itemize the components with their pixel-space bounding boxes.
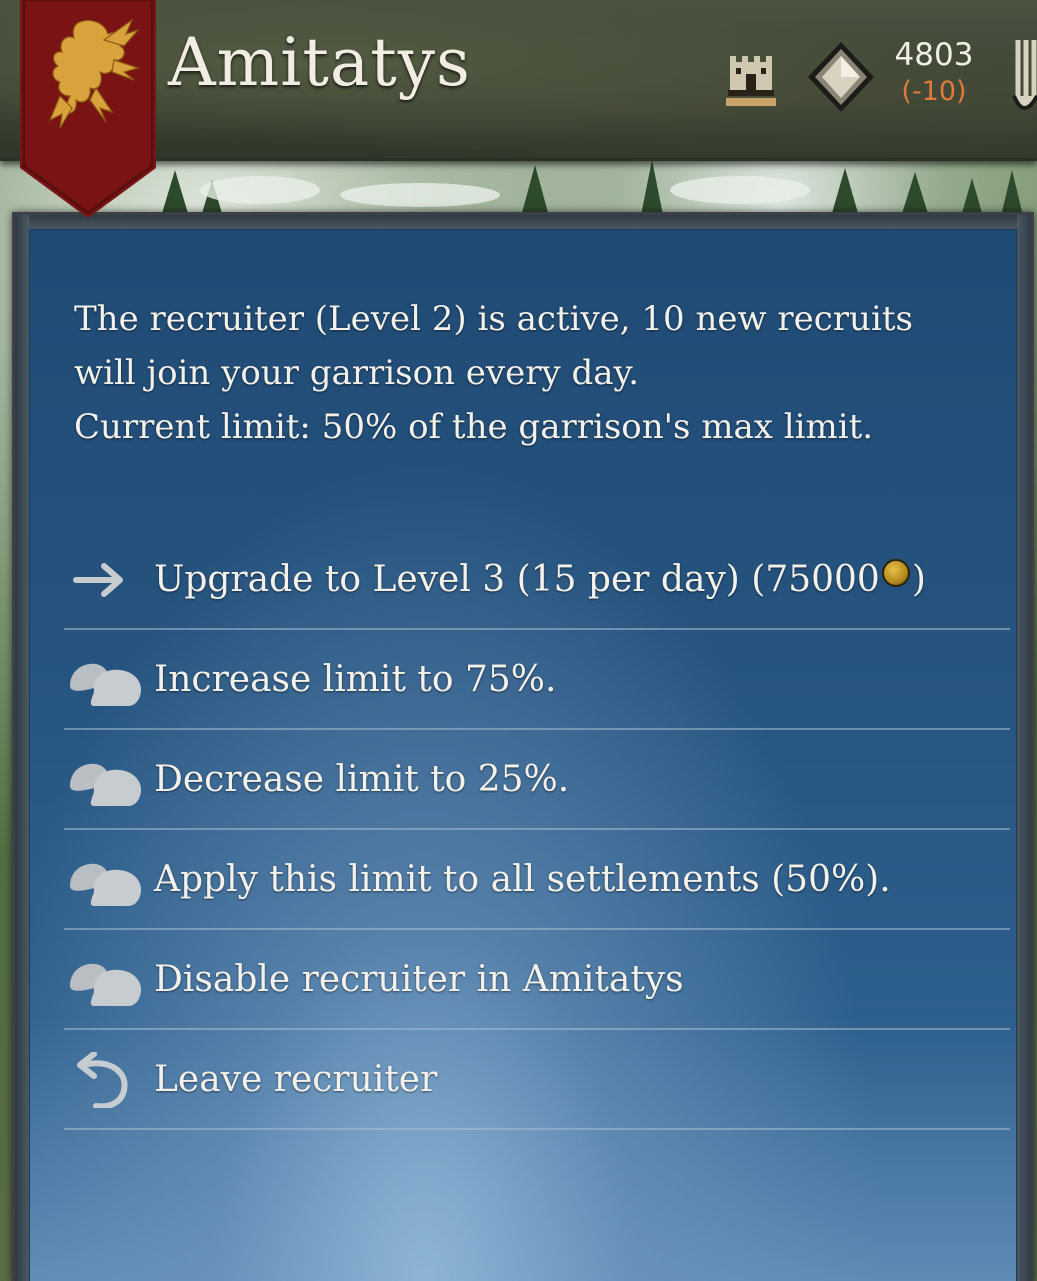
option-increase-limit[interactable]: Increase limit to 75%. [64, 630, 1010, 730]
gold-coin-icon [881, 559, 910, 587]
recruiter-dialog-panel: The recruiter (Level 2) is active, 10 ne… [12, 212, 1034, 1281]
partial-menu-icon[interactable] [1010, 36, 1037, 120]
panel-frame [15, 215, 1031, 229]
diamond-icon[interactable] [806, 40, 876, 114]
option-leave-recruiter[interactable]: Leave recruiter [64, 1030, 1010, 1130]
upgrade-label-suffix: ) [911, 559, 926, 600]
option-label: Decrease limit to 25%. [154, 759, 570, 800]
description-line: Current limit: 50% of the garrison's max… [74, 407, 874, 447]
clan-banner [20, 0, 156, 218]
description-line: will join your garrison every day. [74, 353, 640, 393]
option-label: Apply this limit to all settlements (50%… [154, 859, 891, 900]
panel-frame [15, 215, 29, 1281]
option-upgrade-level[interactable]: Upgrade to Level 3 (15 per day) (75000) [64, 530, 1010, 630]
option-label: Upgrade to Level 3 (15 per day) (75000) [154, 558, 926, 602]
description-line: The recruiter (Level 2) is active, 10 ne… [74, 299, 913, 339]
return-arrow-icon [77, 1052, 128, 1108]
panel-frame [1017, 215, 1031, 1281]
speech-bubbles-icon [70, 763, 142, 806]
speech-bubbles-icon [70, 663, 142, 706]
option-label: Increase limit to 75%. [154, 659, 557, 700]
panel-content-area: The recruiter (Level 2) is active, 10 ne… [29, 229, 1017, 1281]
upgrade-label-text: Upgrade to Level 3 (15 per day) (75000 [154, 559, 880, 600]
option-label: Disable recruiter in Amitatys [154, 959, 684, 1000]
settlement-title: Amitatys [168, 24, 471, 101]
option-apply-all-settlements[interactable]: Apply this limit to all settlements (50%… [64, 830, 1010, 930]
speech-bubbles-icon [70, 963, 142, 1006]
option-label: Leave recruiter [154, 1059, 438, 1100]
stat-change: (-10) [901, 76, 967, 107]
option-decrease-limit[interactable]: Decrease limit to 25%. [64, 730, 1010, 830]
dialog-options-list: Upgrade to Level 3 (15 per day) (75000) … [64, 530, 1010, 1130]
option-disable-recruiter[interactable]: Disable recruiter in Amitatys [64, 930, 1010, 1030]
castle-icon[interactable] [722, 44, 780, 108]
recruiter-description: The recruiter (Level 2) is active, 10 ne… [74, 292, 1004, 454]
arrow-right-icon [73, 563, 123, 597]
speech-bubbles-icon [70, 863, 142, 906]
stat-value: 4803 [894, 37, 974, 73]
